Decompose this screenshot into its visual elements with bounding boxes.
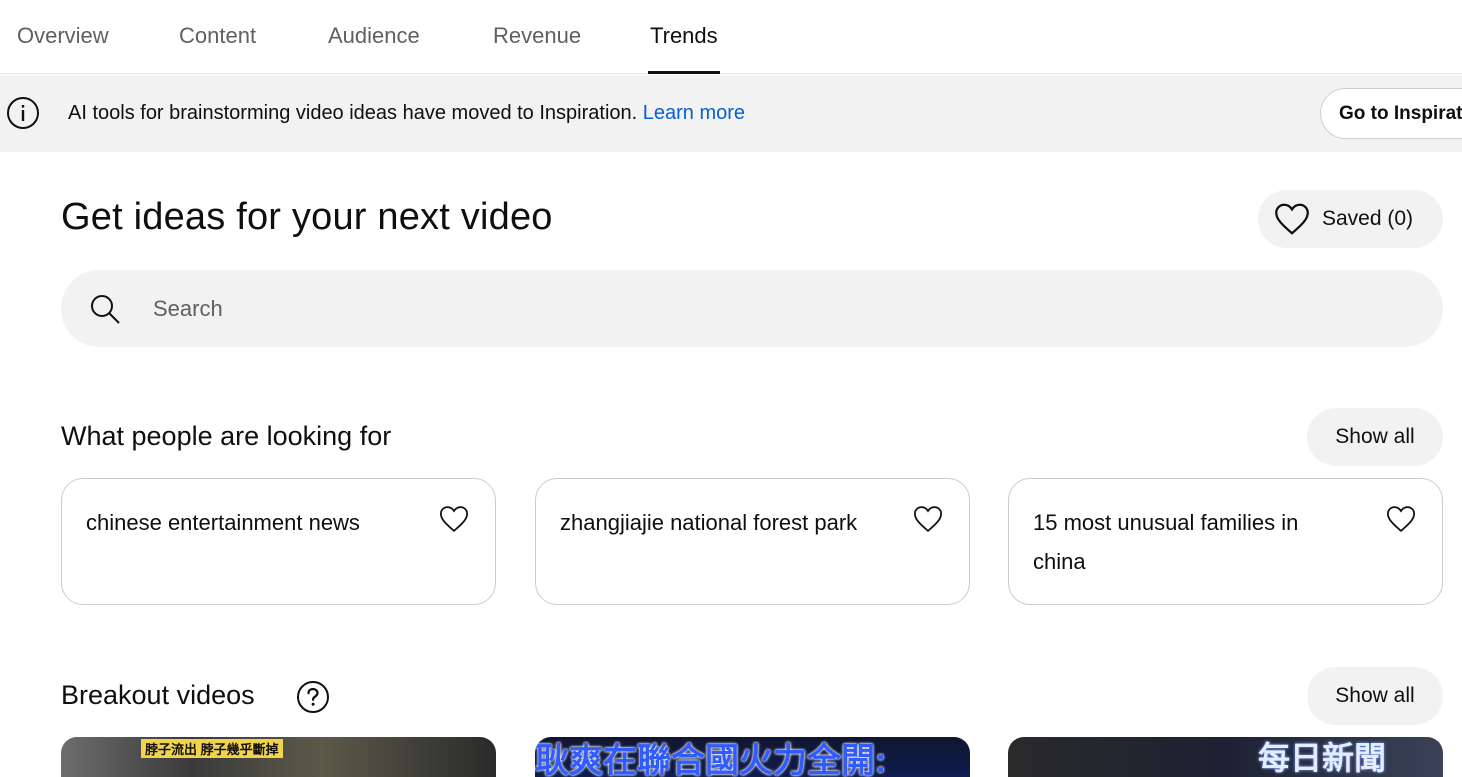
heart-icon[interactable]: [439, 505, 469, 533]
learn-more-link[interactable]: Learn more: [643, 102, 745, 124]
idea-card-text: zhangjiajie national forest park: [560, 510, 858, 535]
looking-for-title: What people are looking for: [61, 421, 392, 451]
video-thumbnail[interactable]: 每日新聞: [1008, 737, 1443, 777]
analytics-tabs: Overview Content Audience Revenue Trends: [0, 0, 1462, 74]
thumbnail-caption: 每日新聞: [1258, 740, 1387, 776]
breakout-videos-title: Breakout videos: [61, 680, 255, 710]
info-banner: AI tools for brainstorming video ideas h…: [0, 75, 1462, 152]
tab-revenue[interactable]: Revenue: [493, 0, 581, 74]
idea-card-text: chinese entertainment news: [86, 510, 360, 535]
heart-icon[interactable]: [1386, 505, 1416, 533]
search-bar: [61, 270, 1443, 347]
looking-for-show-all-button[interactable]: Show all: [1307, 408, 1443, 466]
go-to-inspiration-button[interactable]: Go to Inspiration: [1320, 88, 1462, 139]
idea-card-text: 15 most unusual families in china: [1033, 510, 1299, 574]
saved-button[interactable]: Saved (0): [1258, 190, 1443, 248]
saved-count-label: Saved (0): [1322, 207, 1414, 230]
heart-icon[interactable]: [913, 505, 943, 533]
idea-card[interactable]: zhangjiajie national forest park: [535, 478, 970, 605]
heart-icon: [1275, 203, 1309, 235]
tab-trends[interactable]: Trends: [648, 0, 720, 74]
search-input[interactable]: [153, 270, 1413, 347]
video-thumbnail[interactable]: 脖子流出 脖子幾乎斷掉: [61, 737, 496, 777]
banner-message: AI tools for brainstorming video ideas h…: [68, 102, 638, 124]
idea-card[interactable]: 15 most unusual families in china: [1008, 478, 1443, 605]
idea-card[interactable]: chinese entertainment news: [61, 478, 496, 605]
thumbnail-caption: 耿爽在聯合國火力全開:: [535, 742, 887, 777]
tab-overview[interactable]: Overview: [17, 0, 109, 74]
banner-message-row: AI tools for brainstorming video ideas h…: [68, 75, 745, 152]
search-icon: [91, 295, 120, 324]
tab-audience[interactable]: Audience: [328, 0, 420, 74]
page-title: Get ideas for your next video: [61, 196, 553, 238]
tab-content[interactable]: Content: [179, 0, 256, 74]
info-icon: [7, 97, 39, 129]
breakout-show-all-button[interactable]: Show all: [1307, 667, 1443, 725]
thumbnail-caption: 脖子流出 脖子幾乎斷掉: [141, 739, 283, 758]
video-thumbnail[interactable]: 耿爽在聯合國火力全開:: [535, 737, 970, 777]
question-circle-icon[interactable]: [296, 680, 330, 714]
